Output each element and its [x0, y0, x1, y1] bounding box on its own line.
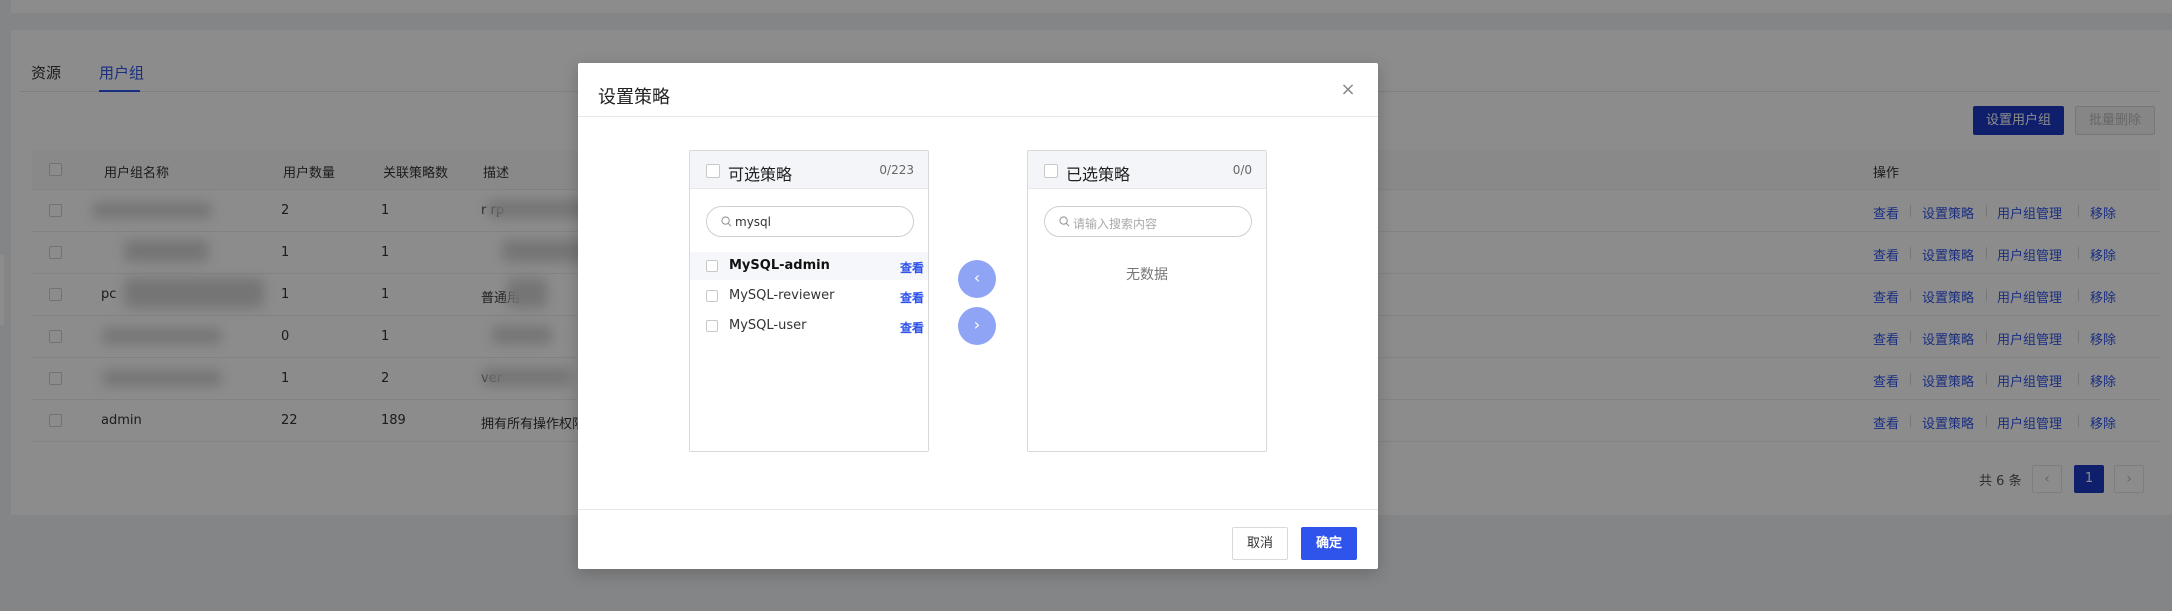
cancel-button[interactable]: 取消	[1232, 527, 1288, 560]
selected-select-all-checkbox[interactable]	[1044, 164, 1058, 178]
available-select-all-checkbox[interactable]	[706, 164, 720, 178]
modal-title: 设置策略	[598, 87, 670, 108]
item-label: MySQL-admin	[729, 258, 830, 273]
available-policies-panel: 可选策略 0/223 mysql MySQL-admin 查看 MySQL-re…	[689, 150, 929, 452]
close-icon[interactable]: ×	[1340, 81, 1356, 99]
item-label: MySQL-user	[729, 318, 807, 333]
available-panel-title: 可选策略	[728, 165, 793, 184]
item-label: MySQL-reviewer	[729, 288, 835, 303]
chevron-right-icon: ›	[973, 315, 981, 334]
selected-search-placeholder: 请输入搜索内容	[1073, 217, 1158, 231]
modal-header: 设置策略 ×	[578, 63, 1378, 117]
search-icon	[1059, 216, 1070, 227]
selected-panel-title: 已选策略	[1066, 165, 1131, 184]
item-checkbox[interactable]	[706, 320, 718, 332]
available-search-value: mysql	[735, 215, 771, 229]
modal-footer: 取消 确定	[578, 509, 1378, 569]
set-policy-modal: 设置策略 × 可选策略 0/223 mysql MySQL-admin 查看 M…	[578, 63, 1378, 569]
move-left-button[interactable]: ‹	[958, 260, 996, 298]
item-view-link[interactable]: 查看	[900, 259, 924, 276]
available-panel-count: 0/223	[879, 163, 914, 177]
item-checkbox[interactable]	[706, 260, 718, 272]
list-item[interactable]: MySQL-reviewer 查看	[690, 282, 928, 310]
list-item[interactable]: MySQL-admin 查看	[690, 252, 928, 280]
list-item[interactable]: MySQL-user 查看	[690, 312, 928, 340]
confirm-button[interactable]: 确定	[1301, 527, 1357, 560]
selected-panel-header: 已选策略 0/0	[1028, 151, 1266, 189]
available-panel-header: 可选策略 0/223	[690, 151, 928, 189]
item-view-link[interactable]: 查看	[900, 319, 924, 336]
move-right-button[interactable]: ›	[958, 307, 996, 345]
chevron-left-icon: ‹	[973, 268, 981, 287]
selected-search-input[interactable]: 请输入搜索内容	[1044, 206, 1252, 237]
item-checkbox[interactable]	[706, 290, 718, 302]
search-icon	[721, 216, 732, 227]
selected-policies-panel: 已选策略 0/0 请输入搜索内容 无数据	[1027, 150, 1267, 452]
item-view-link[interactable]: 查看	[900, 289, 924, 306]
selected-panel-count: 0/0	[1232, 163, 1252, 177]
available-search-input[interactable]: mysql	[706, 206, 914, 237]
empty-state: 无数据	[1126, 267, 1168, 283]
